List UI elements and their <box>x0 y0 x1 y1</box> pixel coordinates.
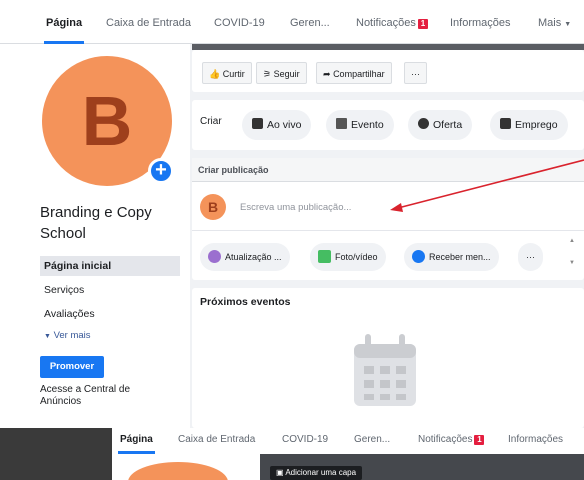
status-update-button[interactable]: Atualização ... <box>200 243 290 271</box>
page-name: Branding e Copy School <box>40 204 152 242</box>
get-messages-button[interactable]: Receber men... <box>404 243 499 271</box>
see-more-link[interactable]: ▼ Ver mais <box>44 330 91 341</box>
page-actions-card: 👍 Curtir ⚞ Seguir ➦ Compartilhar ··· <box>192 50 584 92</box>
create-post-header: Criar publicação <box>192 158 584 182</box>
upcoming-events-title: Próximos eventos <box>200 296 291 308</box>
left-column: B + Branding e Copy School Página inicia… <box>0 44 190 428</box>
live-label: Ao vivo <box>267 119 302 131</box>
bottom-tab-gerenciar[interactable]: Geren... <box>354 428 390 454</box>
offer-button[interactable]: Oferta <box>408 110 473 140</box>
briefcase-icon <box>500 118 511 129</box>
bottom-tab-covid-19[interactable]: COVID-19 <box>282 428 328 454</box>
scroll-up-arrow-icon[interactable]: ▲ <box>568 238 576 244</box>
tab-caixa-de-entrada[interactable]: Caixa de Entrada <box>106 0 191 44</box>
promote-button[interactable]: Promover <box>40 356 104 378</box>
photo-video-button[interactable]: Foto/vídeo <box>310 243 386 271</box>
post-options-row: Atualização ... Foto/vídeo Receber men..… <box>192 230 584 280</box>
notification-badge: 1 <box>417 19 428 29</box>
more-post-options-button[interactable]: ··· <box>518 243 543 271</box>
add-cover-label: Adicionar uma capa <box>285 468 357 477</box>
tab-informacoes[interactable]: Informações <box>450 0 511 44</box>
tag-icon <box>418 118 429 129</box>
tab-pagina[interactable]: Página <box>43 0 85 44</box>
share-arrow-icon: ➦ <box>323 69 331 79</box>
job-button[interactable]: Emprego <box>490 110 568 140</box>
tab-gerenciar[interactable]: Geren... <box>290 0 330 44</box>
avatar-letter: B <box>81 82 133 160</box>
video-camera-icon <box>252 118 263 129</box>
photo-icon <box>318 250 331 263</box>
sidebar-item-avaliacoes[interactable]: Avaliações <box>40 304 180 324</box>
add-cover-button[interactable]: ▣ Adicionar uma capa <box>270 466 363 480</box>
scroll-down-arrow-icon[interactable]: ▼ <box>568 260 576 266</box>
top-nav: Página Caixa de Entrada COVID-19 Geren..… <box>0 0 584 44</box>
tab-mais-label: Mais <box>538 17 562 29</box>
more-actions-button[interactable]: ··· <box>404 62 427 84</box>
share-button[interactable]: ➦ Compartilhar <box>316 62 392 84</box>
post-composer-input[interactable]: Escreva uma publicação... <box>240 202 351 213</box>
create-card: Criar Ao vivo Evento Oferta Emprego <box>192 100 584 150</box>
tab-covid-19[interactable]: COVID-19 <box>214 0 265 44</box>
tab-mais[interactable]: Mais ▼ <box>538 0 571 44</box>
bottom-tab-pagina[interactable]: Página <box>118 428 155 454</box>
get-messages-label: Receber men... <box>429 252 491 262</box>
calendar-icon <box>354 334 416 406</box>
like-button[interactable]: 👍 Curtir <box>202 62 252 84</box>
tab-notificacoes-label: Notificações <box>356 17 416 29</box>
sidebar-item-servicos[interactable]: Serviços <box>40 280 180 300</box>
create-post-card: Criar publicação B Escreva uma publicaçã… <box>192 158 584 280</box>
thumbs-up-icon: 👍 <box>209 69 221 79</box>
follow-button[interactable]: ⚞ Seguir <box>256 62 307 84</box>
like-label: Curtir <box>222 69 245 79</box>
chevron-down-icon: ▼ <box>44 333 51 340</box>
create-label: Criar <box>200 116 222 127</box>
sidebar-item-pagina-inicial[interactable]: Página inicial <box>40 256 180 276</box>
bottom-tab-caixa-de-entrada[interactable]: Caixa de Entrada <box>178 428 255 454</box>
bottom-notificacoes-label: Notificações <box>418 434 473 445</box>
live-button[interactable]: Ao vivo <box>242 110 312 140</box>
see-more-label: Ver mais <box>53 330 91 341</box>
caret-down-icon: ▼ <box>564 21 572 28</box>
offer-label: Oferta <box>433 119 463 131</box>
bottom-tab-informacoes[interactable]: Informações <box>508 428 563 454</box>
follow-label: Seguir <box>273 69 300 79</box>
status-update-label: Atualização ... <box>225 252 282 262</box>
ads-center-link[interactable]: Acesse a Central de Anúncios <box>40 384 170 408</box>
photo-video-label: Foto/vídeo <box>335 252 378 262</box>
calendar-icon <box>336 118 347 129</box>
job-label: Emprego <box>515 119 558 131</box>
bottom-notification-badge: 1 <box>474 435 485 445</box>
event-button[interactable]: Evento <box>326 110 394 140</box>
bottom-tab-notificacoes[interactable]: Notificações 1 <box>418 428 485 454</box>
add-photo-icon[interactable]: + <box>148 158 174 184</box>
scrollbar[interactable]: ▲ ▼ <box>568 238 576 278</box>
share-label: Compartilhar <box>333 69 385 79</box>
tab-notificacoes[interactable]: Notificações 1 <box>356 0 428 44</box>
camera-icon: ▣ <box>276 468 284 477</box>
post-avatar: B <box>200 194 226 220</box>
messenger-icon <box>412 250 425 263</box>
facebook-page-screenshot: Página Caixa de Entrada COVID-19 Geren..… <box>0 0 584 428</box>
event-label: Evento <box>351 119 384 131</box>
rss-icon: ⚞ <box>263 69 272 79</box>
smiley-icon <box>208 250 221 263</box>
upcoming-events-card: Próximos eventos <box>192 288 584 428</box>
